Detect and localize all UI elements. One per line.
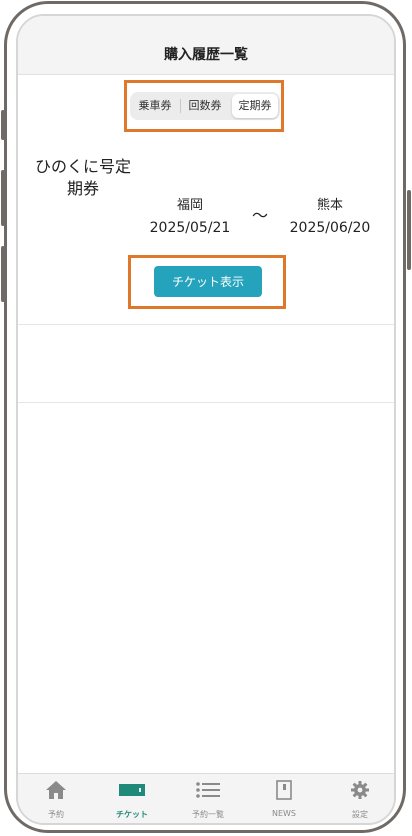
tab-label: NEWS (271, 809, 297, 818)
route-tilde: ～ (252, 206, 269, 225)
ticket-icon (94, 780, 170, 800)
bottom-tab-bar: 予約 チケット 予約一覧 NEWS 設定 (18, 773, 394, 823)
row-divider (18, 402, 394, 403)
page-title: 購入履歴一覧 (164, 47, 248, 63)
tab-label: 予約 (48, 810, 64, 819)
news-icon (246, 780, 322, 800)
tab-settings[interactable]: 設定 (322, 774, 394, 823)
tab-label: 設定 (352, 810, 368, 819)
tab-reservation[interactable]: 予約 (18, 774, 94, 823)
start-date: 2025/05/21 (149, 220, 231, 236)
ticket-name: ひのくに号定 期券 (28, 156, 138, 200)
segment-divider (180, 99, 181, 113)
side-button-left-mid (1, 170, 5, 226)
list-icon (170, 780, 246, 800)
tab-label: チケット (116, 810, 148, 819)
from-station: 福岡 (176, 198, 203, 213)
segment-coupon-ticket[interactable]: 回数券 (182, 94, 228, 118)
app-screen: 購入履歴一覧 乗車券 回数券 定期券 ひのくに号定 期券 福岡 熊本 ～ 202… (16, 14, 396, 825)
ticket-name-line1: ひのくに号定 (34, 157, 131, 176)
to-station: 熊本 (316, 198, 343, 213)
tab-ticket[interactable]: チケット (94, 774, 170, 823)
segment-boarding-ticket[interactable]: 乗車券 (132, 94, 178, 118)
ticket-type-segmented-control: 乗車券 回数券 定期券 (130, 92, 280, 120)
tab-label: 予約一覧 (192, 810, 224, 819)
side-button-right (407, 190, 411, 270)
ticket-name-line2: 期券 (66, 179, 99, 198)
tab-reservation-list[interactable]: 予約一覧 (170, 774, 246, 823)
home-icon (18, 780, 94, 800)
side-button-left-bottom (1, 246, 5, 302)
segment-commuter-pass[interactable]: 定期券 (232, 94, 278, 118)
tab-news[interactable]: NEWS (246, 774, 322, 823)
end-date: 2025/06/20 (289, 220, 371, 236)
gear-icon (322, 780, 394, 800)
row-divider (18, 324, 394, 325)
header: 購入履歴一覧 (18, 16, 394, 75)
side-button-left-top (1, 110, 5, 140)
show-ticket-button[interactable]: チケット表示 (154, 266, 262, 297)
